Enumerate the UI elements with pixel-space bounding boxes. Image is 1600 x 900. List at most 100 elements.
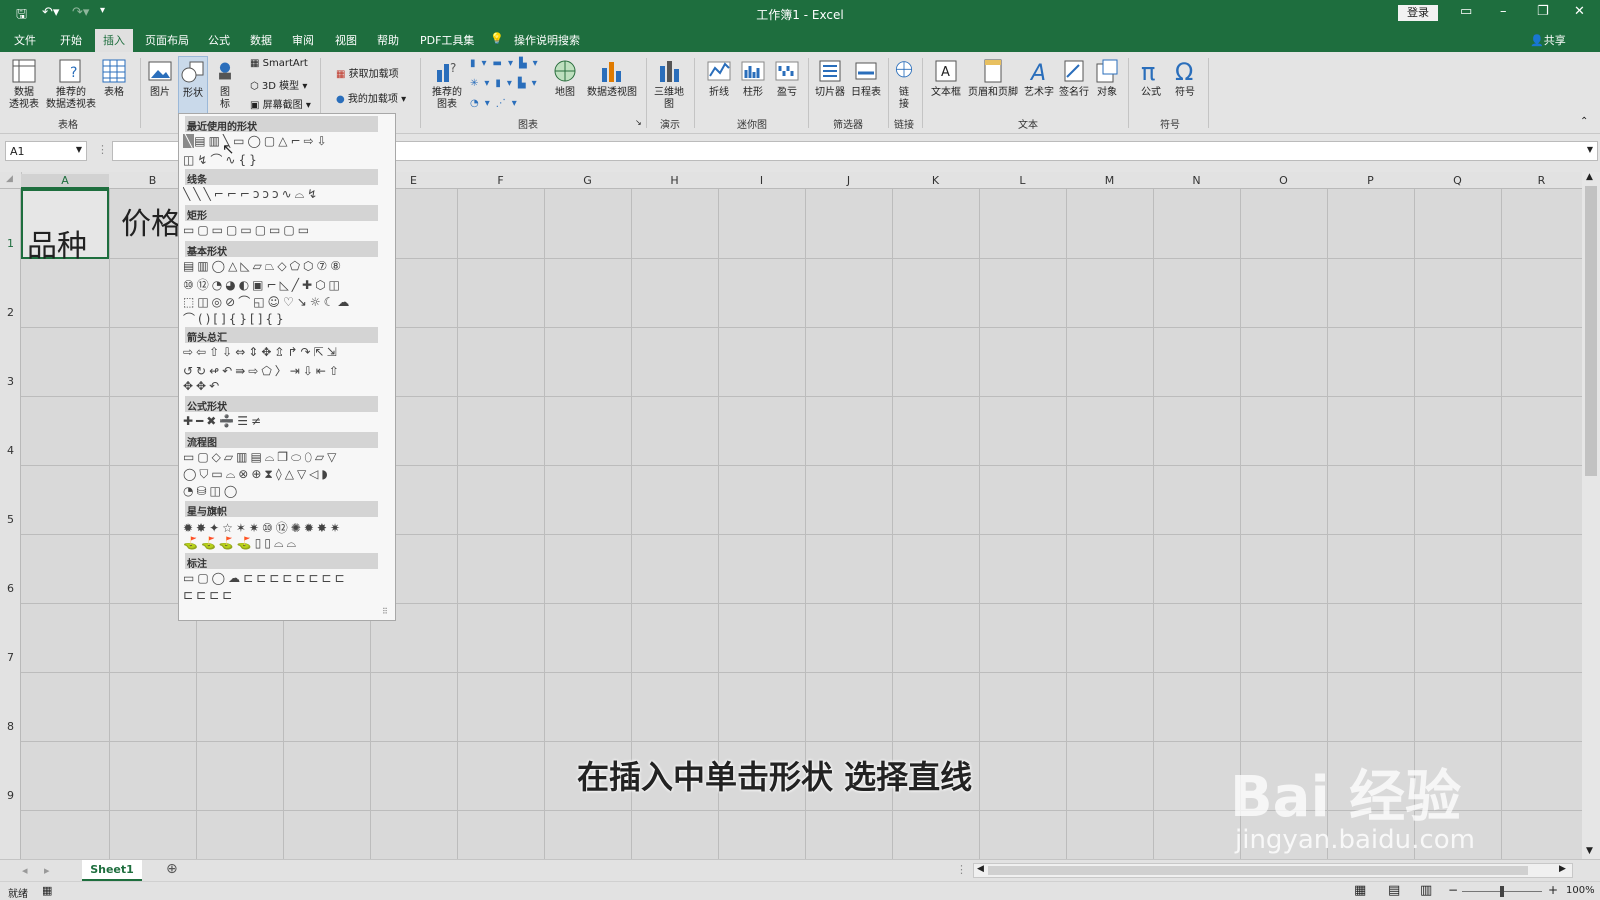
map-button[interactable]: 地图 bbox=[550, 58, 580, 99]
minimize-icon[interactable]: – bbox=[1500, 4, 1507, 19]
sheet-tab-sheet1[interactable]: Sheet1 bbox=[82, 860, 142, 881]
collapse-ribbon-icon[interactable]: ⌃ bbox=[1580, 116, 1588, 127]
wordart-button[interactable]: A 艺术字 bbox=[1022, 58, 1056, 99]
pivot-chart-button[interactable]: 数据透视图 bbox=[584, 58, 640, 99]
row-header-6[interactable]: 6 bbox=[0, 582, 21, 595]
page-break-view-icon[interactable]: ▥ bbox=[1420, 883, 1432, 898]
sparkline-column-button[interactable]: 柱形 bbox=[738, 58, 768, 99]
column-header-G[interactable]: G bbox=[544, 174, 631, 187]
chart-types-row1[interactable]: ▮▾▬▾▙▾ bbox=[470, 58, 544, 69]
shapes-row-basic-4[interactable]: ⌒()[]{}[]{} bbox=[183, 310, 383, 327]
recommended-pivot-button[interactable]: ? 推荐的 数据透视表 bbox=[44, 58, 98, 111]
charts-dialog-launcher[interactable]: ↘ bbox=[635, 118, 642, 127]
column-header-J[interactable]: J bbox=[805, 174, 892, 187]
tab-review[interactable]: 审阅 bbox=[292, 32, 314, 48]
login-button[interactable]: 登录 bbox=[1398, 5, 1438, 21]
shapes-row-lines[interactable]: ╲╲╲⌐⌐⌐ↄↄↄ∿⌓↯ bbox=[183, 187, 383, 202]
shapes-row-recent-2[interactable]: ◫↯⌒∿{} bbox=[183, 151, 383, 168]
scroll-up-icon[interactable]: ▲ bbox=[1586, 172, 1593, 182]
horizontal-scrollbar[interactable]: ◀ ▶ bbox=[973, 863, 1573, 878]
zoom-in-icon[interactable]: + bbox=[1548, 883, 1558, 897]
tab-file[interactable]: 文件 bbox=[14, 32, 36, 48]
shapes-row-arrows-1[interactable]: ⇨⇦⇧⇩⇔⇕✥⇬↱↷⇱⇲ bbox=[183, 345, 383, 359]
row-header-1[interactable]: 1 bbox=[0, 237, 21, 250]
picture-button[interactable]: 图片 bbox=[146, 58, 174, 99]
normal-view-icon[interactable]: ▦ bbox=[1354, 883, 1366, 898]
shapes-row-callouts-1[interactable]: ▭▢◯☁⊏⊏⊏⊏⊏⊏⊏⊏ bbox=[183, 571, 383, 585]
icons-button[interactable]: 图 标 bbox=[214, 58, 236, 111]
signature-line-button[interactable]: 签名行 bbox=[1058, 58, 1090, 99]
tab-help[interactable]: 帮助 bbox=[377, 32, 399, 48]
my-addins-button[interactable]: ● 我的加载项 ▾ bbox=[336, 90, 406, 105]
page-layout-view-icon[interactable]: ▤ bbox=[1388, 883, 1400, 898]
tab-view[interactable]: 视图 bbox=[335, 32, 357, 48]
cell-A1[interactable]: 品种 bbox=[21, 189, 109, 264]
recommended-charts-button[interactable]: ? 推荐的 图表 bbox=[428, 58, 466, 111]
column-header-N[interactable]: N bbox=[1153, 174, 1240, 187]
tab-home[interactable]: 开始 bbox=[60, 32, 82, 48]
column-header-F[interactable]: F bbox=[457, 174, 544, 187]
sheet-splitter[interactable]: ⋮ bbox=[956, 863, 967, 876]
scroll-left-icon[interactable]: ◀ bbox=[977, 864, 984, 874]
sparkline-winloss-button[interactable]: 盈亏 bbox=[772, 58, 802, 99]
shapes-row-arrows-2[interactable]: ↺↻↫↶⇛⇨⬠〉⇥⇩⇤⇧ bbox=[183, 362, 383, 379]
shapes-row-flowchart-2[interactable]: ◯⛉▭⌓⊗⊕⧗◊△▽◁◗ bbox=[183, 467, 383, 482]
column-header-A[interactable]: A bbox=[21, 174, 109, 189]
object-button[interactable]: 对象 bbox=[1092, 58, 1122, 99]
shapes-row-stars-1[interactable]: ✹✸✦☆✶✷⑩⑫✺✹✸✷ bbox=[183, 519, 383, 536]
equation-button[interactable]: π 公式 bbox=[1136, 58, 1166, 99]
tab-data[interactable]: 数据 bbox=[250, 32, 272, 48]
column-header-K[interactable]: K bbox=[892, 174, 979, 187]
expand-formula-icon[interactable]: ▼ bbox=[1587, 145, 1593, 154]
link-button[interactable]: 链 接 bbox=[892, 58, 916, 111]
line-shape-selected[interactable]: ╲ bbox=[183, 134, 195, 148]
restore-icon[interactable]: ❐ bbox=[1537, 4, 1549, 19]
row-header-7[interactable]: 7 bbox=[0, 651, 21, 664]
chart-types-row2[interactable]: ✳▾▮▾▙▾ bbox=[470, 78, 543, 89]
column-header-L[interactable]: L bbox=[979, 174, 1066, 187]
ribbon-display-icon[interactable]: ▭ bbox=[1460, 4, 1472, 19]
3d-map-button[interactable]: 三维地 图 bbox=[652, 58, 686, 111]
3d-model-button[interactable]: ⬡ 3D 模型 ▾ bbox=[250, 77, 307, 92]
shapes-row-rectangles[interactable]: ▭▢▭▢▭▢▭▢▭ bbox=[183, 223, 383, 237]
vertical-scroll-thumb[interactable] bbox=[1585, 186, 1597, 476]
column-header-Q[interactable]: Q bbox=[1414, 174, 1501, 187]
tab-pdf-tools[interactable]: PDF工具集 bbox=[420, 32, 474, 48]
textbox-button[interactable]: A 文本框 bbox=[928, 58, 964, 99]
tab-insert[interactable]: 插入 bbox=[95, 29, 133, 52]
zoom-slider-thumb[interactable] bbox=[1500, 886, 1504, 897]
column-header-R[interactable]: R bbox=[1501, 174, 1582, 187]
vertical-scrollbar[interactable]: ▲ ▼ bbox=[1582, 172, 1600, 859]
zoom-out-icon[interactable]: − bbox=[1448, 883, 1458, 897]
screenshot-button[interactable]: ▣ 屏幕截图 ▾ bbox=[250, 96, 311, 111]
sparkline-line-button[interactable]: 折线 bbox=[704, 58, 734, 99]
column-header-P[interactable]: P bbox=[1327, 174, 1414, 187]
scroll-down-icon[interactable]: ▼ bbox=[1586, 846, 1593, 856]
row-header-3[interactable]: 3 bbox=[0, 375, 21, 388]
tell-me-search[interactable]: 操作说明搜索 bbox=[514, 32, 580, 48]
row-header-9[interactable]: 9 bbox=[0, 789, 21, 802]
row-header-8[interactable]: 8 bbox=[0, 720, 21, 733]
row-header-2[interactable]: 2 bbox=[0, 306, 21, 319]
get-addins-button[interactable]: ▦ 获取加载项 bbox=[336, 65, 399, 80]
shapes-row-stars-2[interactable]: ⛳⛳⛳⛳▯▯⌓⌓ bbox=[183, 536, 383, 551]
shapes-row-callouts-2[interactable]: ⊏⊏⊏⊏ bbox=[183, 588, 383, 602]
table-button[interactable]: 表格 bbox=[100, 58, 128, 99]
add-sheet-icon[interactable]: ⊕ bbox=[166, 861, 178, 877]
shapes-row-equation[interactable]: ✚━✖➗☰≠ bbox=[183, 414, 383, 428]
timeline-button[interactable]: 日程表 bbox=[850, 58, 882, 99]
header-footer-button[interactable]: 页眉和页脚 bbox=[966, 58, 1020, 99]
symbol-button[interactable]: Ω 符号 bbox=[1170, 58, 1200, 99]
prev-sheet-icon[interactable]: ◂ bbox=[22, 864, 28, 877]
name-box[interactable]: A1 ▼ bbox=[5, 141, 87, 161]
close-icon[interactable]: ✕ bbox=[1574, 4, 1585, 19]
column-header-O[interactable]: O bbox=[1240, 174, 1327, 187]
scroll-right-icon[interactable]: ▶ bbox=[1559, 864, 1566, 874]
tab-formulas[interactable]: 公式 bbox=[208, 32, 230, 48]
next-sheet-icon[interactable]: ▸ bbox=[44, 864, 50, 877]
share-button[interactable]: 👤共享 bbox=[1530, 32, 1566, 48]
shapes-row-basic-1[interactable]: ▤▥◯△◺▱⏢◇⬠⬡⑦⑧ bbox=[183, 259, 383, 274]
row-header-5[interactable]: 5 bbox=[0, 513, 21, 526]
column-header-I[interactable]: I bbox=[718, 174, 805, 187]
shapes-row-basic-2[interactable]: ⑩⑫◔◕◐▣⌐◺╱✚⬡◫ bbox=[183, 276, 383, 293]
